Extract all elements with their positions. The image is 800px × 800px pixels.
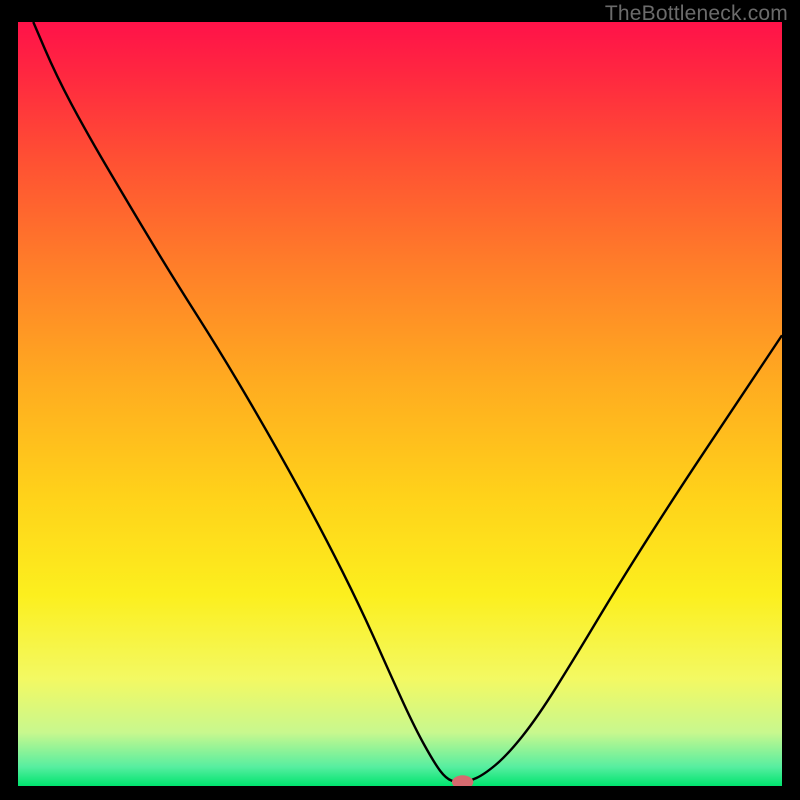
bottleneck-chart [18, 22, 782, 786]
chart-stage: TheBottleneck.com [0, 0, 800, 800]
plot-background [18, 22, 782, 786]
